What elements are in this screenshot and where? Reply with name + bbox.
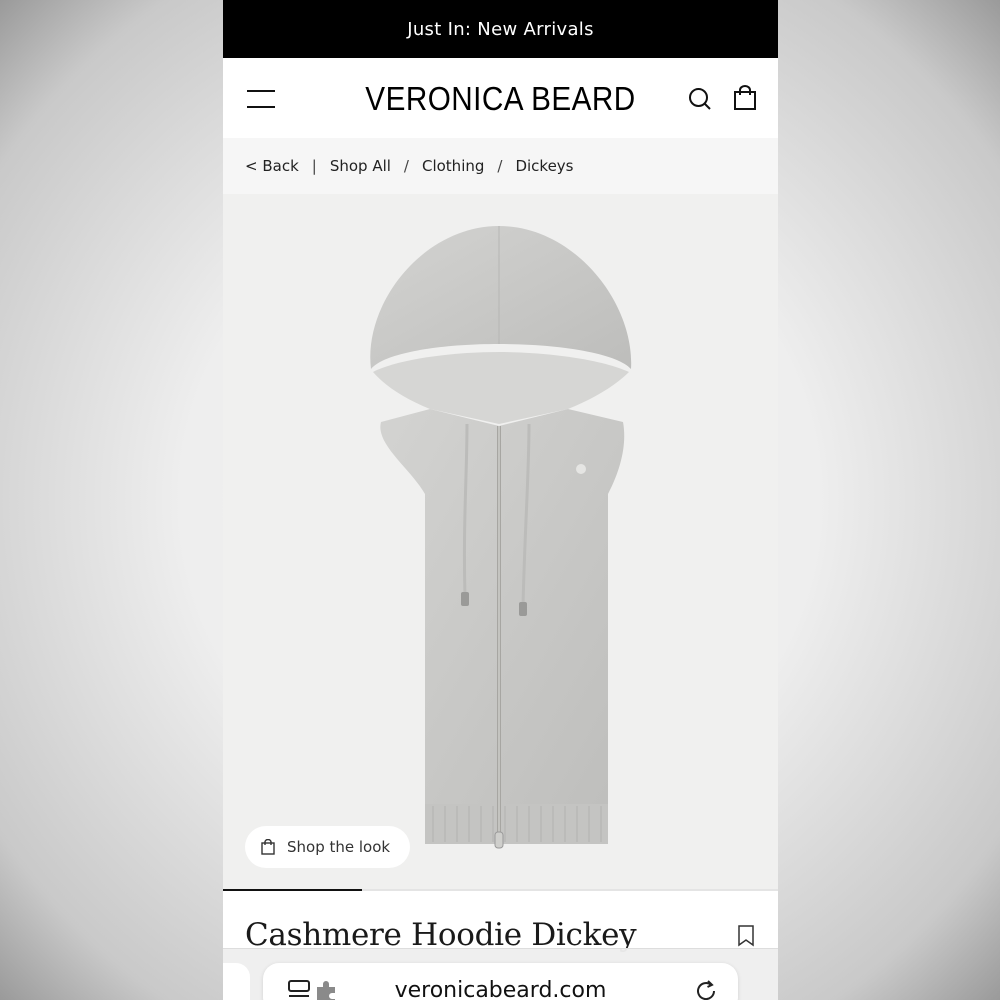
brand-logo[interactable]: VERONICA BEARD [251, 80, 751, 118]
phone-screen: Just In: New Arrivals VERONICA BEARD < B… [223, 0, 778, 1000]
back-link[interactable]: < Back [245, 157, 299, 175]
shopping-bag-icon[interactable] [733, 85, 757, 111]
breadcrumb-clothing[interactable]: Clothing [422, 157, 484, 175]
breadcrumb-dickeys[interactable]: Dickeys [515, 157, 573, 175]
reload-icon[interactable] [693, 978, 719, 1000]
search-icon[interactable] [688, 87, 712, 111]
breadcrumb: < Back | Shop All / Clothing / Dickeys [223, 138, 778, 194]
breadcrumb-separator: / [497, 157, 503, 175]
breadcrumb-separator: / [403, 157, 409, 175]
shop-the-look-label: Shop the look [287, 838, 391, 856]
shop-the-look-button[interactable]: Shop the look [245, 826, 410, 868]
promo-banner[interactable]: Just In: New Arrivals [223, 0, 778, 58]
product-image[interactable] [223, 194, 778, 891]
site-header: VERONICA BEARD [223, 58, 778, 138]
previous-tab[interactable] [223, 963, 250, 1000]
shopping-bag-icon [261, 839, 275, 855]
breadcrumb-shop-all[interactable]: Shop All [330, 157, 391, 175]
breadcrumb-divider: | [311, 157, 317, 175]
promo-text[interactable]: Just In: New Arrivals [407, 19, 594, 40]
browser-toolbar: veronicabeard.com [223, 948, 778, 1000]
bookmark-icon[interactable] [737, 925, 755, 947]
url-text[interactable]: veronicabeard.com [263, 978, 738, 1000]
address-bar[interactable]: veronicabeard.com [263, 963, 738, 1000]
product-image-gallery[interactable]: Shop the look [223, 194, 778, 891]
